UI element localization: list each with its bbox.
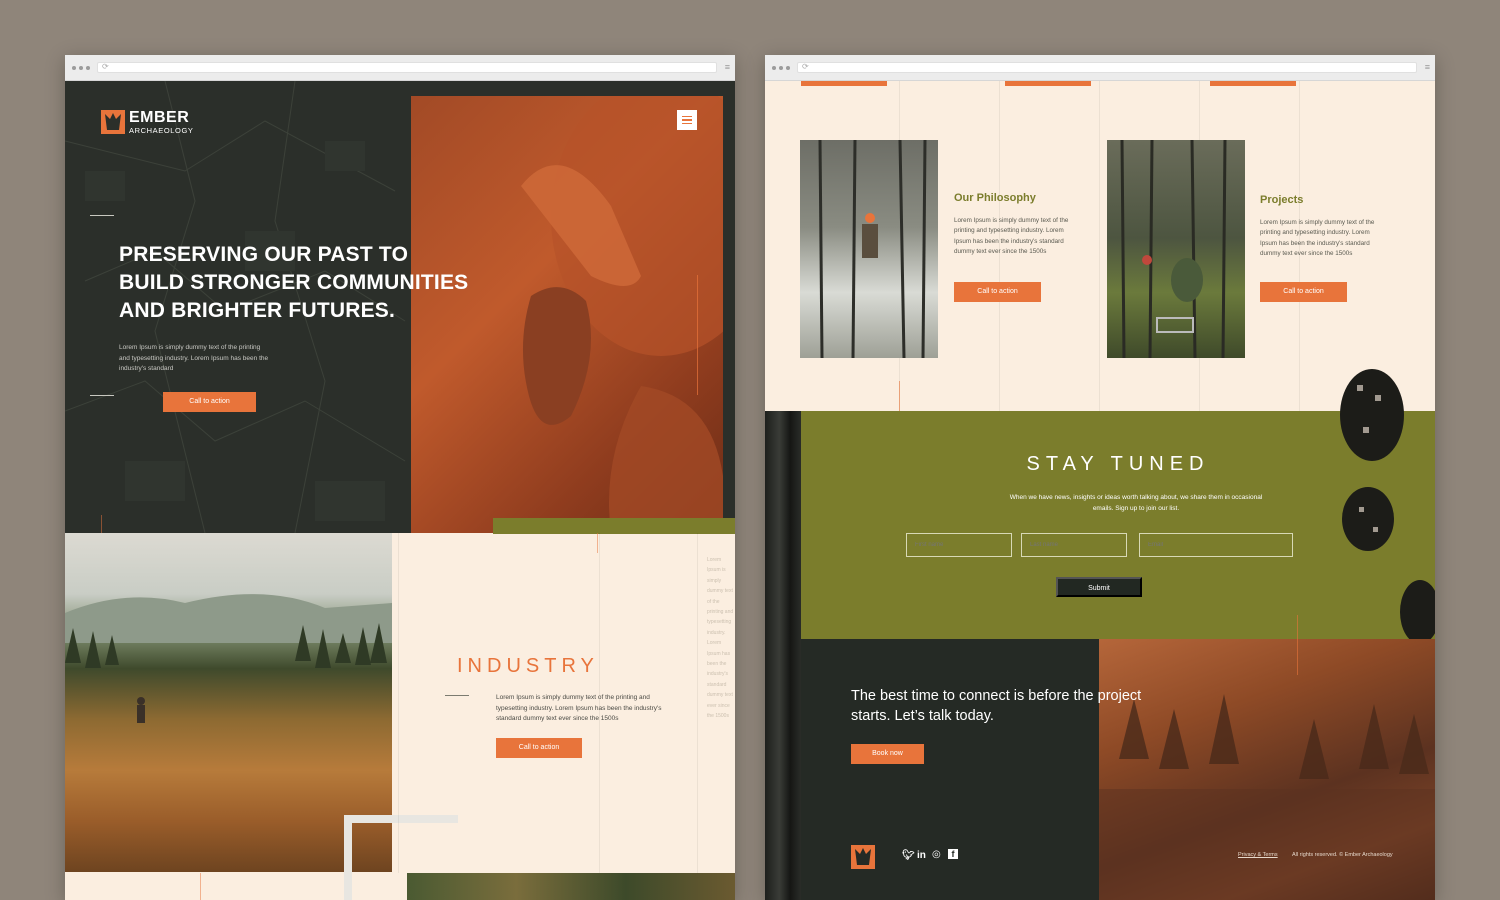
grid-line — [697, 533, 698, 873]
facebook-icon[interactable]: f — [948, 849, 958, 859]
browser-chrome: ⟳ ≡ — [65, 55, 735, 81]
newsletter-description: When we have news, insights or ideas wor… — [1009, 494, 1263, 512]
forest-floor-photo — [407, 873, 735, 900]
hamburger-menu-icon[interactable] — [677, 110, 697, 130]
projects-cta-button[interactable]: Call to action — [1260, 282, 1347, 302]
logo-subtitle: ARCHAEOLOGY — [129, 126, 194, 135]
twitter-icon[interactable]: 🐦︎ — [902, 850, 915, 861]
grid-line — [1099, 81, 1100, 411]
privacy-terms-link[interactable]: Privacy & Terms — [1238, 852, 1278, 858]
window-controls[interactable] — [72, 66, 90, 70]
projects-description: Lorem Ipsum is simply dummy text of the … — [1260, 219, 1375, 258]
footer-cta-section — [801, 639, 1099, 900]
meadow-hiker-photo — [65, 533, 392, 872]
forest-dig-illustration — [1120, 140, 1227, 358]
footer-logo-icon[interactable] — [851, 845, 875, 869]
hero-title: PRESERVING OUR PAST TO BUILD STRONGER CO… — [119, 243, 469, 322]
hero-cta-button[interactable]: Call to action — [163, 392, 256, 412]
section-tab-marker — [1210, 81, 1296, 86]
boot-print-graphic — [1340, 369, 1435, 644]
snowy-forest-illustration — [818, 140, 927, 358]
book-now-button[interactable]: Book now — [851, 744, 924, 764]
address-bar[interactable]: ⟳ — [97, 62, 717, 73]
email-field[interactable] — [1139, 533, 1293, 557]
faded-background-text: Lorem Ipsum is simply dummy text of the … — [707, 557, 734, 720]
reload-icon[interactable]: ⟳ — [802, 62, 809, 71]
accent-line — [1297, 615, 1298, 675]
philosophy-cta-button[interactable]: Call to action — [954, 282, 1041, 302]
browser-chrome: ⟳ ≡ — [765, 55, 1435, 81]
projects-heading: Projects — [1260, 194, 1304, 206]
accent-line — [697, 275, 698, 395]
hero-description: Lorem Ipsum is simply dummy text of the … — [119, 344, 269, 372]
instagram-icon[interactable]: ◎ — [932, 849, 941, 860]
philosophy-description: Lorem Ipsum is simply dummy text of the … — [954, 217, 1069, 256]
section-tab-marker — [801, 81, 887, 86]
browser-window-home: ⟳ ≡ EMBER ARCHAEOLOGY PRESERVING OUR PAS… — [65, 55, 735, 900]
accent-line — [899, 381, 900, 411]
logo-wordmark: EMBER — [129, 109, 190, 126]
meadow-landscape-illustration — [65, 594, 392, 723]
charred-bark-texture — [765, 411, 801, 900]
newsletter-submit-button[interactable]: Submit — [1056, 577, 1142, 597]
ember-logo-icon — [101, 110, 125, 135]
olive-accent-band — [493, 518, 735, 534]
browser-menu-icon[interactable]: ≡ — [725, 63, 730, 72]
reload-icon[interactable]: ⟳ — [102, 62, 109, 71]
forest-dig-site-photo — [1107, 140, 1245, 358]
industry-cta-button[interactable]: Call to action — [496, 738, 582, 758]
accent-line — [200, 873, 201, 900]
last-name-field[interactable] — [1021, 533, 1127, 557]
divider — [90, 215, 114, 216]
browser-window-subpage: ⟳ ≡ Our Philosophy Lorem Ipsum is simply… — [765, 55, 1435, 900]
industry-description: Lorem Ipsum is simply dummy text of the … — [496, 694, 662, 722]
divider — [445, 695, 469, 696]
browser-menu-icon[interactable]: ≡ — [1425, 63, 1430, 72]
cta-message: The best time to connect is before the p… — [851, 688, 1142, 724]
forest-aerial-photo — [1099, 639, 1435, 900]
forest-aerial-illustration — [1099, 694, 1435, 900]
accent-line — [597, 533, 598, 553]
philosophy-heading: Our Philosophy — [954, 192, 1036, 204]
section-tab-marker — [1005, 81, 1091, 86]
address-bar[interactable]: ⟳ — [797, 62, 1417, 73]
first-name-field[interactable] — [906, 533, 1012, 557]
industry-heading: INDUSTRY — [457, 655, 599, 677]
brand-logo[interactable]: EMBER ARCHAEOLOGY — [101, 110, 194, 135]
grid-line — [398, 533, 399, 873]
linkedin-icon[interactable]: in — [917, 850, 926, 861]
snowy-forest-photo — [800, 140, 938, 358]
window-controls[interactable] — [772, 66, 790, 70]
divider — [90, 395, 114, 396]
copyright-text: All rights reserved. © Ember Archaeology — [1292, 852, 1393, 858]
